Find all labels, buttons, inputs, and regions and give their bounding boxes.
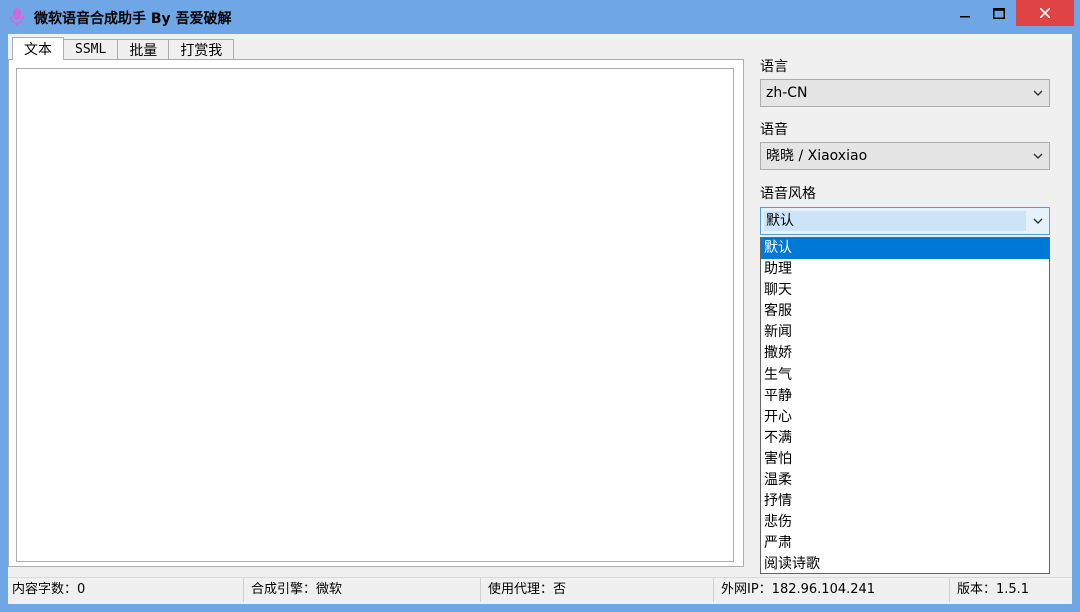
maximize-button[interactable] <box>982 0 1016 26</box>
minimize-icon <box>960 16 970 18</box>
close-icon <box>1040 8 1050 18</box>
language-label: 语言 <box>760 59 788 75</box>
style-option[interactable]: 客服 <box>761 301 1049 322</box>
app-window: 微软语音合成助手 By 吾爱破解 文本 SSML 批量 打赏我 语言 zh-CN… <box>0 0 1080 612</box>
chevron-down-icon <box>1033 218 1043 224</box>
style-option[interactable]: 抒情 <box>761 491 1049 512</box>
chevron-down-icon <box>1033 90 1043 96</box>
status-ip: 外网IP：182.96.104.241 <box>717 578 950 602</box>
tab-batch[interactable]: 批量 <box>117 39 170 59</box>
style-option[interactable]: 生气 <box>761 365 1049 386</box>
status-proxy: 使用代理：否 <box>484 578 714 602</box>
text-input[interactable] <box>16 68 734 562</box>
style-label: 语音风格 <box>760 186 816 202</box>
style-option[interactable]: 害怕 <box>761 449 1049 470</box>
style-option[interactable]: 撒娇 <box>761 343 1049 364</box>
status-version: 版本：1.5.1 <box>957 582 1030 597</box>
style-option[interactable]: 默认 <box>761 238 1049 260</box>
status-engine: 合成引擎：微软 <box>247 578 481 602</box>
style-option[interactable]: 不满 <box>761 428 1049 449</box>
status-bar: 内容字数：0 合成引擎：微软 使用代理：否 外网IP：182.96.104.24… <box>8 577 1072 602</box>
minimize-button[interactable] <box>948 0 982 26</box>
style-option[interactable]: 助理 <box>761 259 1049 280</box>
tab-ssml[interactable]: SSML <box>63 39 119 59</box>
style-option[interactable]: 严肃 <box>761 533 1049 554</box>
maximize-icon <box>993 7 1005 19</box>
style-option[interactable]: 平静 <box>761 386 1049 407</box>
style-value: 默认 <box>764 211 1026 231</box>
style-option[interactable]: 新闻 <box>761 322 1049 343</box>
voice-label: 语音 <box>760 122 788 138</box>
client-area: 文本 SSML 批量 打赏我 语言 zh-CN 语音 晓晓 / Xiaoxiao… <box>8 34 1072 604</box>
status-char-count: 内容字数：0 <box>8 578 244 602</box>
style-option[interactable]: 悲伤 <box>761 512 1049 533</box>
language-select[interactable]: zh-CN <box>760 79 1050 107</box>
close-button[interactable] <box>1016 0 1074 26</box>
style-option[interactable]: 阅读诗歌 <box>761 554 1049 575</box>
language-value: zh-CN <box>764 83 1026 103</box>
chevron-down-icon <box>1033 153 1043 159</box>
microphone-icon <box>10 8 24 26</box>
style-option[interactable]: 聊天 <box>761 280 1049 301</box>
tab-donate[interactable]: 打赏我 <box>168 39 235 59</box>
style-option[interactable]: 开心 <box>761 407 1049 428</box>
tab-text[interactable]: 文本 <box>12 37 64 60</box>
tab-panel-text <box>8 59 744 567</box>
style-dropdown-list: 默认 助理 聊天 客服 新闻 撒娇 生气 平静 开心 不满 害怕 温柔 抒情 悲… <box>760 237 1050 574</box>
style-option[interactable]: 温柔 <box>761 470 1049 491</box>
voice-value: 晓晓 / Xiaoxiao <box>764 146 1026 166</box>
window-title: 微软语音合成助手 By 吾爱破解 <box>34 11 232 27</box>
tab-strip: 文本 SSML 批量 打赏我 <box>12 37 235 60</box>
voice-select[interactable]: 晓晓 / Xiaoxiao <box>760 142 1050 170</box>
title-bar[interactable]: 微软语音合成助手 By 吾爱破解 <box>0 0 1080 34</box>
style-select[interactable]: 默认 <box>760 207 1050 235</box>
